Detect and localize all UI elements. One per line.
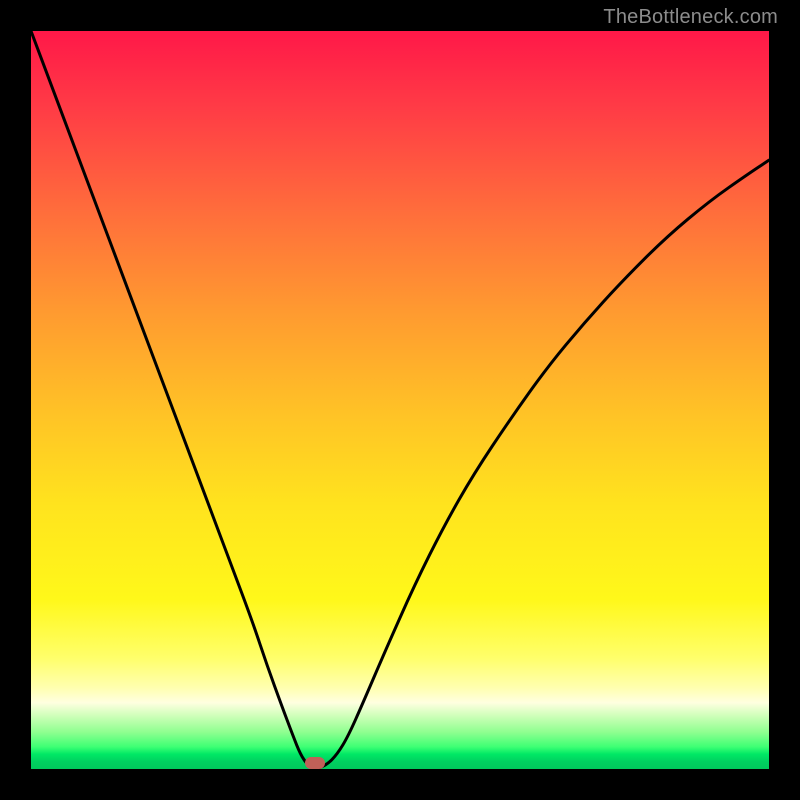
watermark: TheBottleneck.com — [603, 6, 778, 29]
curve-path — [31, 31, 769, 768]
plot-area — [31, 31, 769, 769]
chart-frame: TheBottleneck.com — [0, 0, 800, 800]
bottleneck-curve — [31, 31, 769, 769]
